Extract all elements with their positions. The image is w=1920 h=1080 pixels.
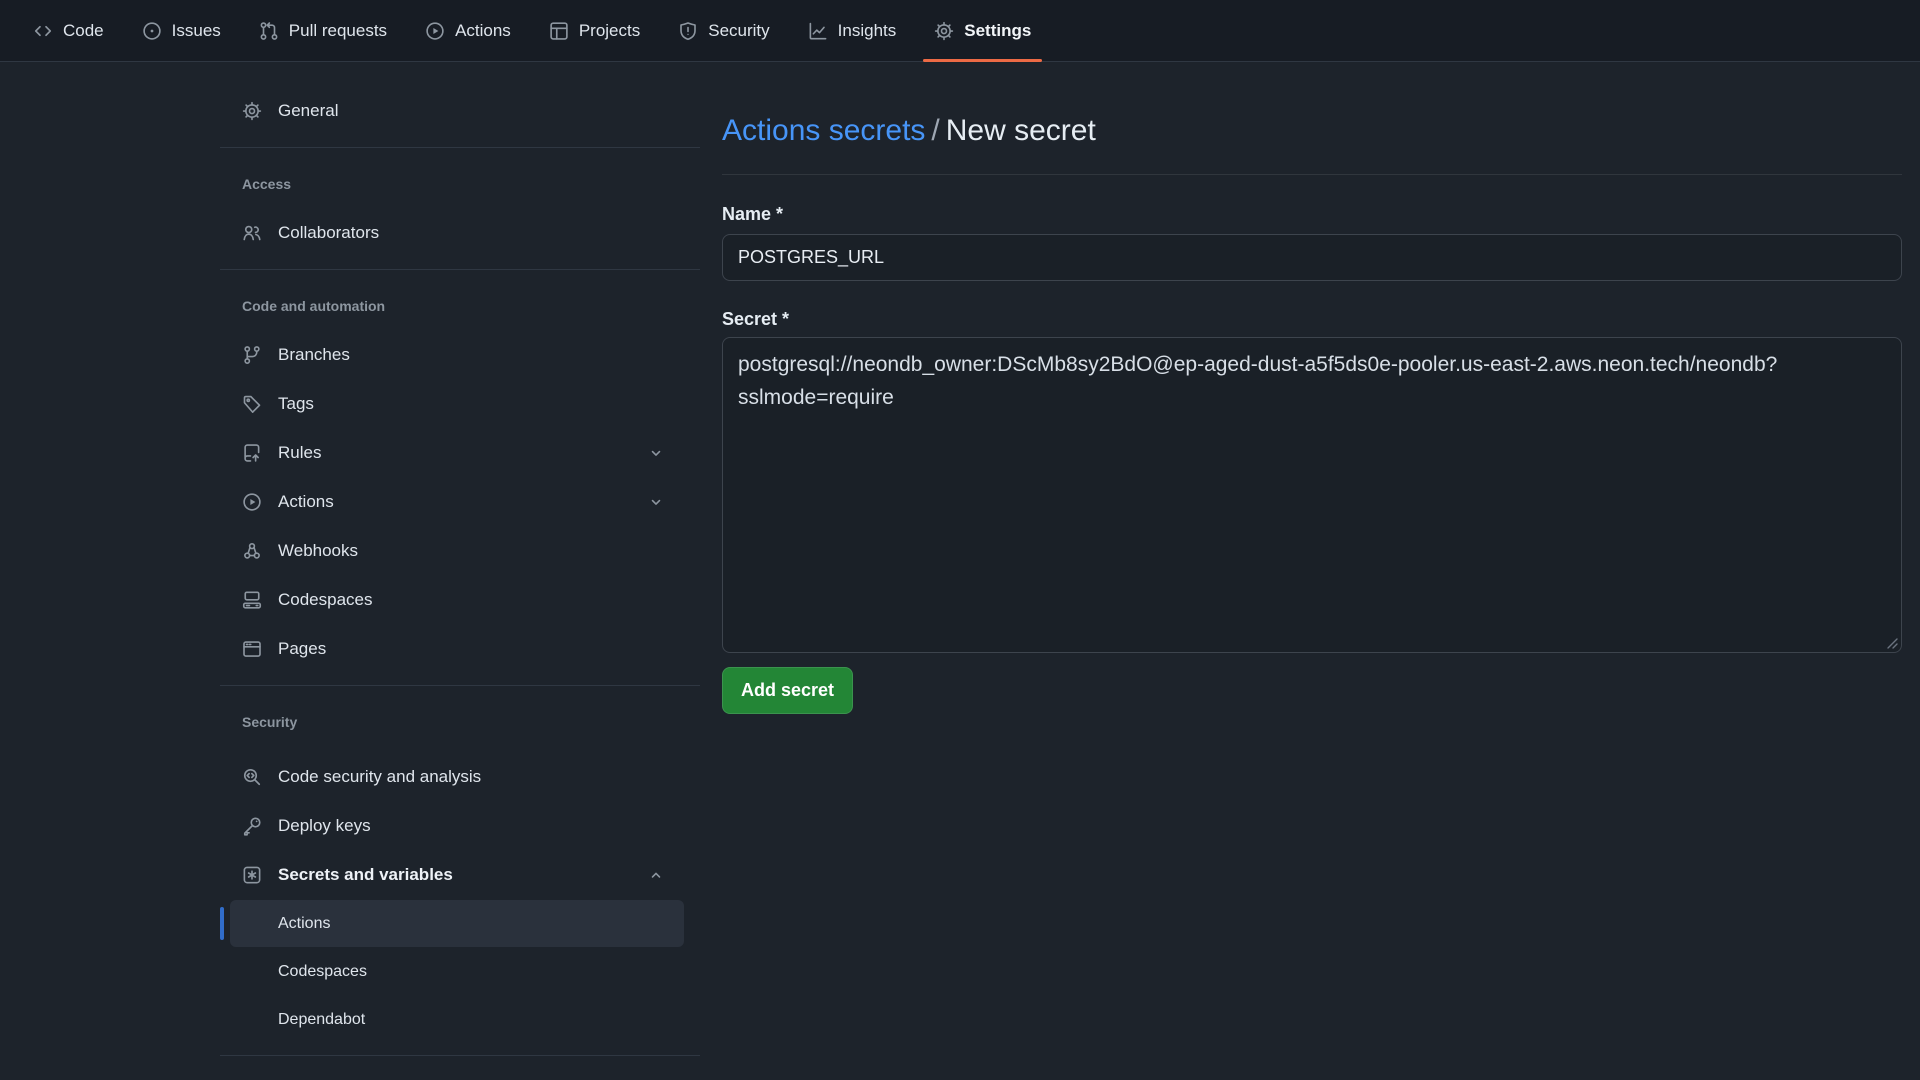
issue-opened-icon <box>142 21 162 41</box>
sidebar-item-label: Actions <box>278 492 334 512</box>
sidebar-item-label: Collaborators <box>278 223 379 243</box>
tab-projects[interactable]: Projects <box>530 0 659 61</box>
breadcrumb-separator: / <box>925 114 945 147</box>
sidebar-item-label: Branches <box>278 345 350 365</box>
tag-icon <box>242 394 278 414</box>
shield-icon <box>678 21 698 41</box>
sidebar-subitem-dependabot-secrets[interactable]: Dependabot <box>230 996 684 1043</box>
settings-sidebar: General Access Collaborators Code and au… <box>220 63 700 1056</box>
codespaces-icon <box>242 590 278 610</box>
code-icon <box>33 21 53 41</box>
key-icon <box>242 816 278 836</box>
tab-settings[interactable]: Settings <box>915 0 1050 61</box>
sidebar-section-code-and-automation: Code and automation <box>220 298 700 314</box>
codescan-icon <box>242 767 278 787</box>
sidebar-item-label: Code security and analysis <box>278 767 481 787</box>
name-label: Name * <box>722 202 1902 226</box>
gear-icon <box>934 21 954 41</box>
tab-label: Insights <box>838 21 897 41</box>
play-circle-icon <box>242 492 278 512</box>
tab-actions[interactable]: Actions <box>406 0 530 61</box>
webhook-icon <box>242 541 278 561</box>
active-tab-underline <box>923 59 1042 62</box>
secret-label: Secret * <box>722 307 1902 331</box>
git-branch-icon <box>242 345 278 365</box>
browser-icon <box>242 639 278 659</box>
sidebar-item-webhooks[interactable]: Webhooks <box>220 526 684 575</box>
sidebar-subitem-codespaces-secrets[interactable]: Codespaces <box>230 948 684 995</box>
divider <box>220 1055 700 1056</box>
tab-label: Code <box>63 21 104 41</box>
sidebar-item-code-security[interactable]: Code security and analysis <box>220 752 684 801</box>
tab-label: Pull requests <box>289 21 387 41</box>
graph-icon <box>808 21 828 41</box>
secret-name-input[interactable] <box>722 234 1902 281</box>
tab-label: Issues <box>172 21 221 41</box>
sidebar-item-deploy-keys[interactable]: Deploy keys <box>220 801 684 850</box>
tab-pull-requests[interactable]: Pull requests <box>240 0 406 61</box>
sidebar-item-branches[interactable]: Branches <box>220 330 684 379</box>
play-circle-icon <box>425 21 445 41</box>
repo-push-icon <box>242 443 278 463</box>
tab-label: Actions <box>455 21 511 41</box>
sidebar-item-label: Rules <box>278 443 321 463</box>
tab-insights[interactable]: Insights <box>789 0 916 61</box>
sidebar-item-rules[interactable]: Rules <box>220 428 684 477</box>
gear-icon <box>242 101 278 121</box>
chevron-down-icon <box>648 494 664 510</box>
tab-security[interactable]: Security <box>659 0 788 61</box>
table-icon <box>549 21 569 41</box>
page-title: Actions secrets/New secret <box>722 112 1902 175</box>
new-secret-panel: Actions secrets/New secret Name * Secret… <box>722 63 1902 714</box>
sidebar-subitem-label: Actions <box>278 915 330 933</box>
sidebar-item-label: Pages <box>278 639 326 659</box>
sidebar-item-codespaces[interactable]: Codespaces <box>220 575 684 624</box>
resize-handle-icon[interactable] <box>1885 636 1899 650</box>
sidebar-item-tags[interactable]: Tags <box>220 379 684 428</box>
sidebar-item-label: Secrets and variables <box>278 865 453 885</box>
tab-issues[interactable]: Issues <box>123 0 240 61</box>
sidebar-section-access: Access <box>220 176 700 192</box>
sidebar-item-label: Codespaces <box>278 590 373 610</box>
sidebar-item-label: Webhooks <box>278 541 358 561</box>
selected-indicator-bar <box>220 907 224 940</box>
add-secret-button[interactable]: Add secret <box>722 667 853 714</box>
breadcrumb-actions-secrets-link[interactable]: Actions secrets <box>722 114 925 147</box>
tab-label: Settings <box>964 21 1031 41</box>
sidebar-item-secrets-and-variables[interactable]: Secrets and variables <box>220 850 684 899</box>
tab-label: Projects <box>579 21 640 41</box>
divider <box>220 269 700 270</box>
repo-tab-bar: Code Issues Pull requests Actions Projec… <box>0 0 1920 62</box>
sidebar-item-pages[interactable]: Pages <box>220 624 684 673</box>
sidebar-subitem-label: Dependabot <box>278 1011 365 1029</box>
sidebar-item-label: Tags <box>278 394 314 414</box>
sidebar-section-security: Security <box>220 714 700 730</box>
secret-value-textarea[interactable]: postgresql://neondb_owner:DScMb8sy2BdO@e… <box>722 337 1902 653</box>
sidebar-item-collaborators[interactable]: Collaborators <box>220 208 684 257</box>
git-pull-request-icon <box>259 21 279 41</box>
breadcrumb-current: New secret <box>946 114 1096 147</box>
secret-icon <box>242 865 278 885</box>
tab-code[interactable]: Code <box>14 0 123 61</box>
sidebar-item-general[interactable]: General <box>220 86 684 135</box>
chevron-up-icon <box>648 867 664 883</box>
divider <box>220 685 700 686</box>
divider <box>220 147 700 148</box>
sidebar-item-actions[interactable]: Actions <box>220 477 684 526</box>
sidebar-item-label: General <box>278 101 338 121</box>
chevron-down-icon <box>648 445 664 461</box>
sidebar-subitem-label: Codespaces <box>278 963 367 981</box>
tab-label: Security <box>708 21 769 41</box>
sidebar-subitem-actions-secrets[interactable]: Actions <box>230 900 684 947</box>
secret-value-wrapper: postgresql://neondb_owner:DScMb8sy2BdO@e… <box>722 337 1902 653</box>
people-icon <box>242 223 278 243</box>
sidebar-item-label: Deploy keys <box>278 816 371 836</box>
